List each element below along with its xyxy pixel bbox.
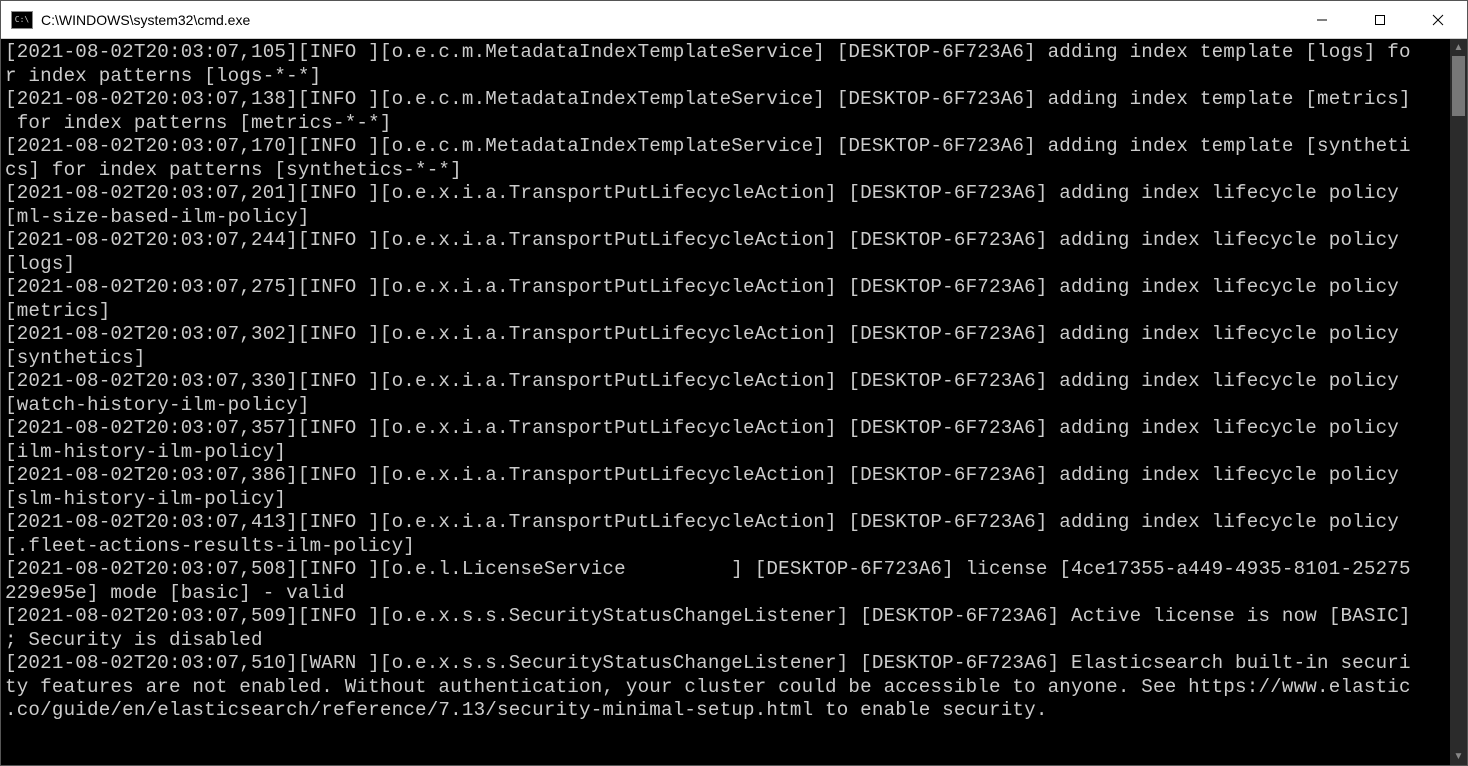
scrollbar-thumb[interactable]: [1452, 56, 1465, 116]
scroll-up-icon[interactable]: ▲: [1450, 39, 1467, 56]
window-title: C:\WINDOWS\system32\cmd.exe: [41, 12, 250, 28]
close-icon: [1432, 14, 1444, 26]
scrollbar-vertical[interactable]: ▲ ▼: [1450, 39, 1467, 765]
maximize-icon: [1374, 14, 1386, 26]
cmd-window: C:\WINDOWS\system32\cmd.exe [2021-08-02T…: [0, 0, 1468, 766]
console-output[interactable]: [2021-08-02T20:03:07,105][INFO ][o.e.c.m…: [1, 39, 1450, 765]
maximize-button[interactable]: [1351, 1, 1409, 39]
cmd-icon: [11, 11, 33, 29]
scroll-down-icon[interactable]: ▼: [1450, 748, 1467, 765]
close-button[interactable]: [1409, 1, 1467, 39]
scrollbar-track[interactable]: [1450, 56, 1467, 748]
client-area: [2021-08-02T20:03:07,105][INFO ][o.e.c.m…: [1, 39, 1467, 765]
minimize-icon: [1316, 14, 1328, 26]
titlebar[interactable]: C:\WINDOWS\system32\cmd.exe: [1, 1, 1467, 39]
minimize-button[interactable]: [1293, 1, 1351, 39]
